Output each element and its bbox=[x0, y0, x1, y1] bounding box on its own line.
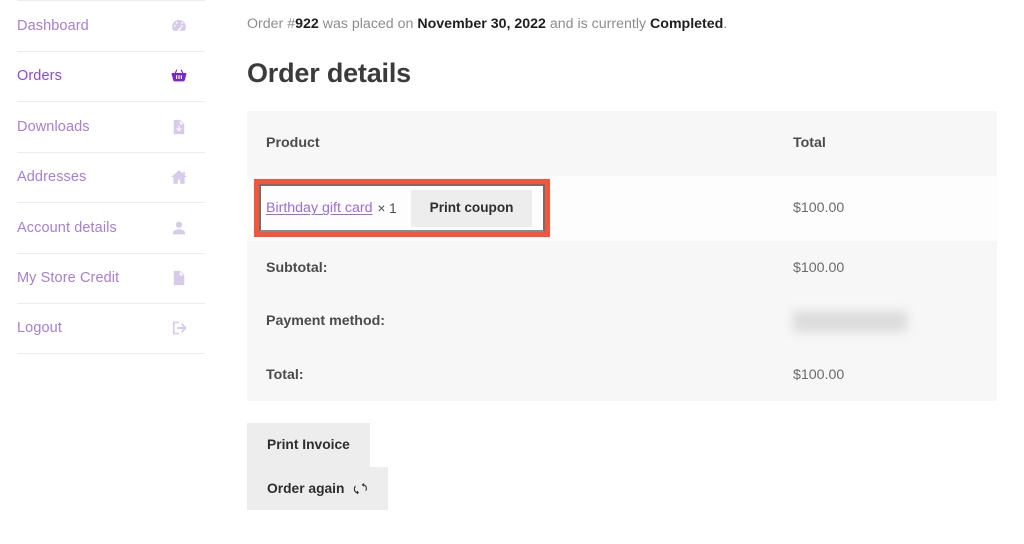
sync-refresh-icon bbox=[353, 481, 368, 496]
user-icon bbox=[170, 219, 188, 237]
download-file-icon bbox=[170, 118, 188, 136]
table-body: Birthday gift card × 1 Print coupon $100… bbox=[247, 175, 997, 241]
sidebar-item-downloads[interactable]: Downloads bbox=[17, 101, 205, 152]
sidebar-item-addresses[interactable]: Addresses bbox=[17, 151, 205, 203]
order-again-row: Order again bbox=[247, 466, 997, 510]
order-number: 922 bbox=[295, 16, 319, 32]
table-row-payment-method: Payment method: bbox=[247, 294, 997, 348]
page-title: Order details bbox=[247, 57, 411, 88]
product-name-link[interactable]: Birthday gift card bbox=[266, 200, 372, 216]
shopping-basket-icon bbox=[170, 67, 188, 85]
home-icon bbox=[170, 168, 188, 186]
order-info-connector: and is currently bbox=[545, 16, 651, 32]
order-info-suffix: . bbox=[723, 16, 728, 32]
logout-icon bbox=[170, 319, 188, 337]
order-actions: Print Invoice Order again bbox=[247, 423, 997, 510]
sidebar-item-orders[interactable]: Orders bbox=[17, 50, 205, 102]
sidebar-item-label: Logout bbox=[17, 320, 62, 336]
row-value-subtotal: $100.00 bbox=[793, 259, 845, 276]
product-cell: Birthday gift card × 1 Print coupon bbox=[247, 176, 774, 241]
sidebar-item-logout[interactable]: Logout bbox=[17, 303, 205, 354]
row-label-total: Total: bbox=[266, 366, 304, 383]
order-main-content: Order #922 was placed on November 30, 20… bbox=[247, 0, 997, 510]
table-header-row: Product Total bbox=[247, 110, 997, 176]
table-foot: Subtotal: $100.00 Payment method: Total:… bbox=[247, 240, 997, 402]
dashboard-gauge-icon bbox=[170, 17, 188, 35]
print-invoice-button[interactable]: Print Invoice bbox=[247, 423, 370, 467]
table-row: Birthday gift card × 1 Print coupon $100… bbox=[247, 175, 997, 241]
row-value-payment-method bbox=[774, 294, 997, 348]
sidebar-item-label: Downloads bbox=[17, 118, 90, 135]
row-label-payment-method: Payment method: bbox=[266, 313, 386, 330]
redacted-value-bar bbox=[793, 310, 907, 332]
row-label-subtotal: Subtotal: bbox=[266, 259, 328, 276]
table-row-subtotal: Subtotal: $100.00 bbox=[247, 240, 997, 295]
account-sidebar-nav: Dashboard Orders Downloads Addresses Acc bbox=[0, 0, 205, 372]
order-info-middle: was placed on bbox=[318, 16, 418, 32]
row-value-total: $100.00 bbox=[793, 366, 845, 383]
sidebar-item-label: Orders bbox=[17, 68, 62, 84]
sidebar-item-label: Account details bbox=[17, 219, 117, 236]
print-invoice-row: Print Invoice bbox=[247, 423, 997, 467]
order-details-table: Product Total Birthday gift card × 1 Pri… bbox=[247, 110, 997, 402]
sidebar-item-label: Dashboard bbox=[17, 17, 89, 34]
order-again-label: Order again bbox=[267, 480, 345, 496]
column-header-total: Total bbox=[793, 135, 826, 152]
order-again-button[interactable]: Order again bbox=[247, 466, 389, 510]
print-invoice-label: Print Invoice bbox=[267, 437, 350, 453]
table-row-total: Total: $100.00 bbox=[247, 347, 997, 402]
product-total-value: $100.00 bbox=[793, 200, 845, 217]
sidebar-item-label: My Store Credit bbox=[17, 270, 120, 286]
column-header-product: Product bbox=[266, 135, 320, 152]
order-info-prefix: Order # bbox=[247, 16, 296, 32]
order-status-summary: Order #922 was placed on November 30, 20… bbox=[247, 0, 997, 35]
print-coupon-button[interactable]: Print coupon bbox=[410, 189, 533, 227]
order-status: Completed bbox=[650, 16, 724, 32]
sidebar-item-my-store-credit[interactable]: My Store Credit bbox=[17, 252, 205, 304]
document-icon bbox=[170, 269, 188, 287]
product-quantity: × 1 bbox=[377, 200, 397, 216]
table-head: Product Total bbox=[247, 110, 997, 176]
order-date: November 30, 2022 bbox=[417, 16, 546, 32]
sidebar-item-account-details[interactable]: Account details bbox=[17, 202, 205, 253]
order-received-page: Dashboard Orders Downloads Addresses Acc bbox=[0, 0, 1024, 544]
sidebar-item-dashboard[interactable]: Dashboard bbox=[17, 0, 205, 51]
sidebar-item-label: Addresses bbox=[17, 169, 87, 185]
